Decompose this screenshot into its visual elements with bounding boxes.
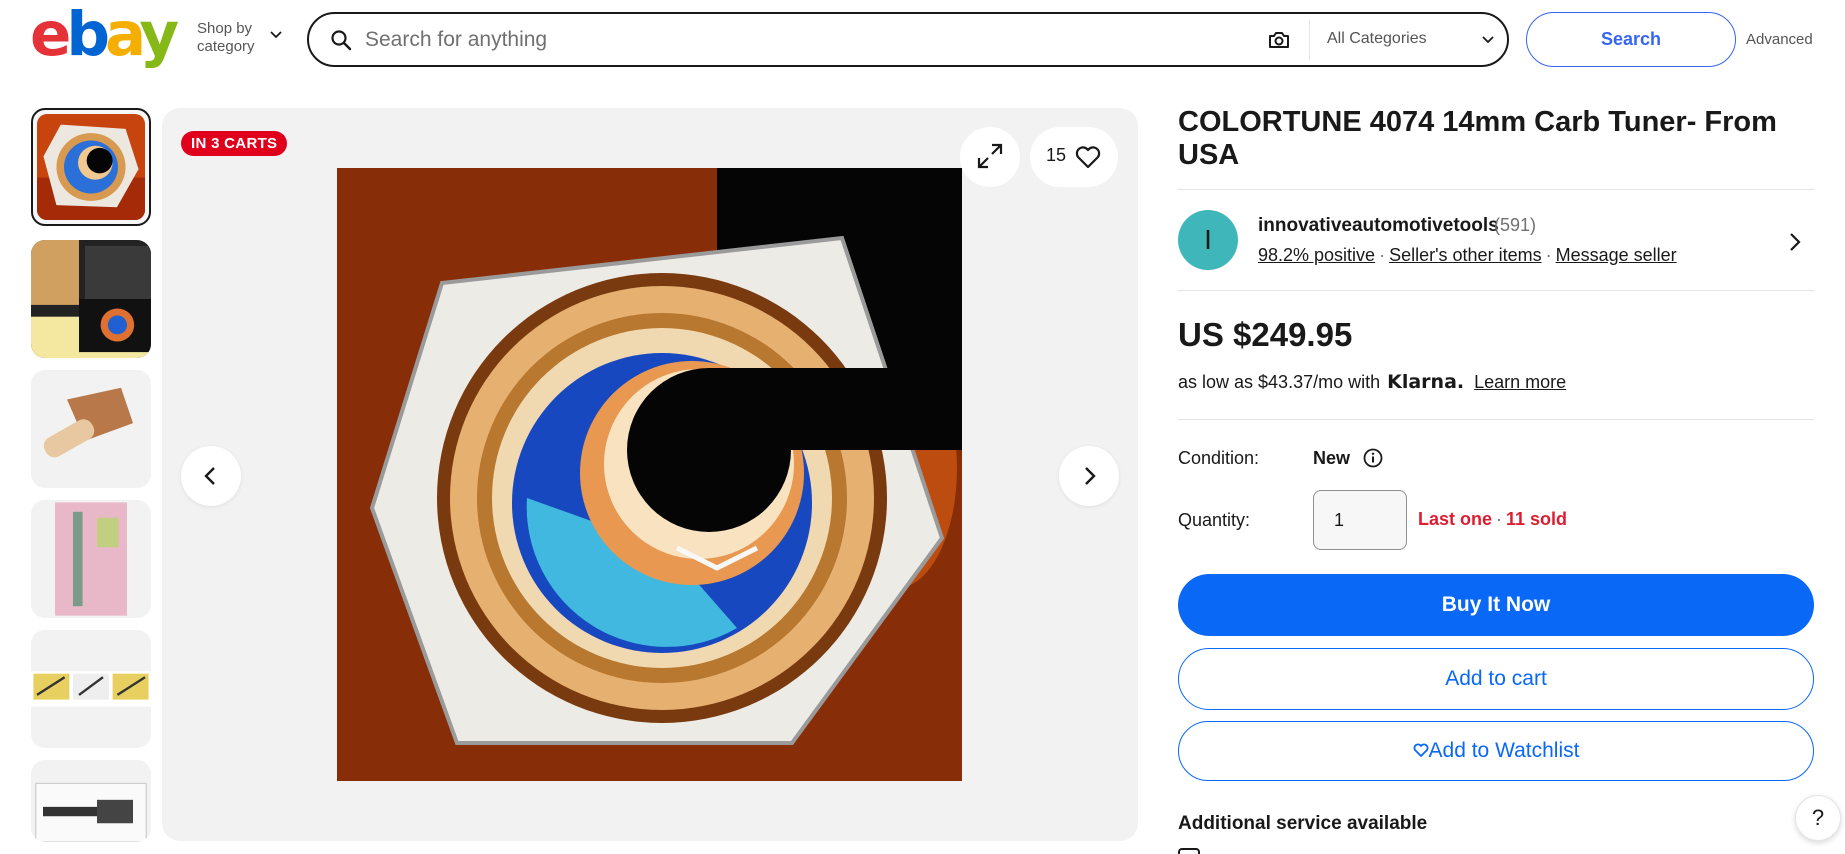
product-thumbnail-image — [31, 760, 151, 842]
condition-value: New — [1313, 448, 1351, 468]
product-thumbnail-image — [31, 240, 151, 358]
search-button[interactable]: Search — [1526, 12, 1736, 67]
seller-name[interactable]: innovativeautomotivetools — [1258, 215, 1499, 237]
thumbnail-6[interactable] — [31, 760, 151, 842]
chevron-right-icon[interactable] — [1784, 231, 1806, 253]
ebay-logo[interactable]: ebay — [30, 4, 179, 65]
thumbnail-1[interactable] — [31, 108, 151, 226]
info-icon[interactable] — [1362, 447, 1384, 469]
price: US $249.95 — [1178, 316, 1353, 353]
next-image-button[interactable] — [1059, 446, 1119, 506]
expand-icon — [977, 143, 1003, 168]
additional-service-heading: Additional service available — [1178, 813, 1428, 834]
product-main-image[interactable] — [337, 168, 962, 781]
watch-count: 15 — [1046, 145, 1067, 165]
search-bar: All Categories — [307, 12, 1509, 67]
add-to-cart-button[interactable]: Add to cart — [1178, 648, 1814, 710]
condition-label: Condition: — [1178, 448, 1260, 468]
divider — [1309, 20, 1310, 60]
buy-it-now-button[interactable]: Buy It Now — [1178, 574, 1814, 636]
previous-image-button[interactable] — [181, 446, 241, 506]
camera-icon[interactable] — [1267, 28, 1291, 52]
quantity-input[interactable] — [1313, 490, 1407, 550]
help-button[interactable]: ? — [1795, 795, 1841, 841]
category-select[interactable]: All Categories — [1327, 30, 1427, 48]
learn-more-link[interactable]: Learn more — [1474, 372, 1566, 392]
message-seller-link[interactable]: Message seller — [1556, 245, 1677, 265]
product-thumbnail-image — [31, 370, 151, 488]
seller-other-items-link[interactable]: Seller's other items — [1389, 245, 1542, 265]
thumbnail-3[interactable] — [31, 370, 151, 488]
chevron-left-icon — [204, 467, 215, 485]
thumbnail-4[interactable] — [31, 500, 151, 618]
listing-title: COLORTUNE 4074 14mm Carb Tuner- From USA — [1178, 106, 1777, 171]
product-thumbnail-image — [37, 114, 145, 220]
chevron-down-icon[interactable] — [1479, 30, 1497, 48]
search-icon — [331, 30, 352, 51]
seller-feedback-count: (591) — [1494, 215, 1537, 235]
quantity-status: Last one · 11 sold — [1418, 509, 1568, 529]
seller-links: 98.2% positive · Seller's other items · Mess… — [1258, 245, 1677, 265]
service-checkbox[interactable] — [1178, 848, 1200, 854]
in-carts-badge: IN 3 CARTS — [181, 131, 288, 156]
divider — [1178, 189, 1814, 190]
heart-icon — [1075, 146, 1101, 169]
financing-info: as low as $43.37/mo with Klarna. Learn mo… — [1178, 371, 1567, 393]
seller-positive-link[interactable]: 98.2% positive — [1258, 245, 1375, 265]
image-gallery: IN 3 CARTS 15 — [162, 108, 1138, 841]
seller-avatar[interactable]: I — [1178, 210, 1238, 270]
thumbnail-5[interactable] — [31, 630, 151, 748]
thumbnail-2[interactable] — [31, 240, 151, 358]
divider — [1178, 290, 1814, 291]
watchers-button[interactable]: 15 — [1030, 127, 1118, 187]
heart-icon — [1413, 743, 1428, 757]
expand-image-button[interactable] — [960, 127, 1020, 187]
search-input[interactable] — [365, 22, 1225, 58]
add-to-watchlist-button[interactable]: Add to Watchlist — [1178, 721, 1814, 781]
advanced-search-link[interactable]: Advanced — [1746, 31, 1813, 48]
shop-by-category-button[interactable]: Shop by category — [197, 20, 255, 56]
chevron-right-icon — [1085, 467, 1096, 485]
product-thumbnail-image — [31, 500, 151, 618]
chevron-down-icon[interactable] — [268, 26, 284, 42]
product-thumbnail-image — [31, 630, 151, 748]
quantity-label: Quantity: — [1178, 510, 1251, 530]
divider — [1178, 419, 1814, 420]
klarna-logo: Klarna. — [1387, 371, 1465, 393]
